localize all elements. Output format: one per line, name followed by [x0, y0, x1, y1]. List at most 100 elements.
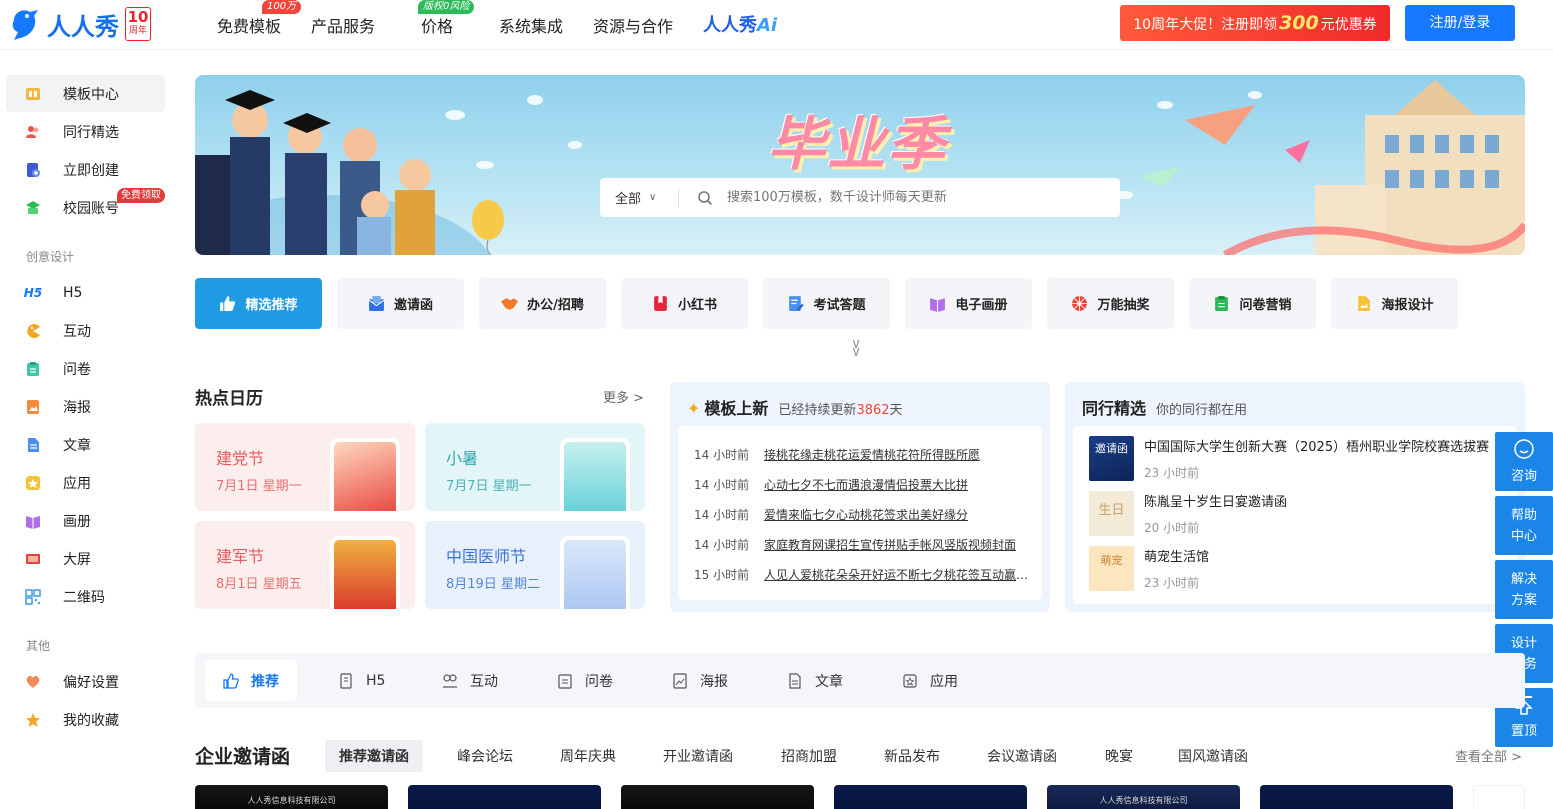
row-link[interactable]: 人见人爱桃花朵朵开好运不断七夕桃花签互动赢好礼 [764, 566, 1029, 583]
row-link[interactable]: 心动七夕不七而遇浪漫情侣投票大比拼 [764, 476, 1029, 493]
sidebar-item-article[interactable]: 文章 [6, 426, 165, 463]
sidebar-item-preferences[interactable]: 偏好设置 [6, 663, 165, 700]
list-item[interactable]: 14 小时前 心动七夕不七而遇浪漫情侣投票大比拼 [694, 476, 1029, 493]
tab-interact[interactable]: 互动 [442, 660, 498, 701]
enterprise-tab-banquet[interactable]: 晚宴 [1105, 746, 1133, 766]
category-xiaohongshu[interactable]: 小红书 [621, 278, 748, 329]
bird-logo-icon [12, 10, 38, 40]
enterprise-tab-summit[interactable]: 峰会论坛 [457, 746, 513, 766]
calendar-card[interactable]: 中国医师节 8月19日 星期二 [425, 521, 645, 609]
nav-products[interactable]: 产品服务 [311, 13, 375, 37]
tab-app[interactable]: 应用 [902, 660, 958, 701]
sidebar-label: 同行精选 [63, 124, 119, 141]
article-icon [789, 672, 801, 689]
tab-article[interactable]: 文章 [787, 660, 843, 701]
tab-poster[interactable]: 海报 [672, 660, 728, 701]
float-solutions-button[interactable]: 解决方案 [1495, 560, 1553, 619]
template-thumbnail[interactable] [1473, 785, 1525, 809]
category-office[interactable]: 办公/招聘 [479, 278, 606, 329]
peers-panel: 同行精选 你的同行都在用 邀请函 中国国际大学生创新大赛（2025）梧州职业学院… [1065, 382, 1525, 612]
template-thumbnail[interactable] [834, 785, 1027, 809]
screen-icon [24, 550, 42, 568]
top-navbar: 人人秀 10 周年 免费模板 100万 产品服务 价格 版权0风险 系统集成 资… [0, 0, 1553, 50]
category-survey-marketing[interactable]: 问卷营销 [1189, 278, 1316, 329]
sidebar-item-template-center[interactable]: 模板中心 [6, 75, 165, 112]
new-templates-list: 14 小时前 接桃花缘走桃花运爱情桃花符所得既所愿 14 小时前 心动七夕不七而遇浪… [678, 426, 1042, 600]
template-thumbnail[interactable]: 人人秀信息科技有限公司 [1047, 785, 1240, 809]
enterprise-tab-product-launch[interactable]: 新品发布 [884, 746, 940, 766]
peer-thumbnail: 萌宠 [1089, 546, 1134, 591]
list-item[interactable]: 邀请函 中国国际大学生创新大赛（2025）梧州职业学院校赛选拔赛 23 小时前 [1089, 436, 1489, 481]
calendar-card[interactable]: 建军节 8月1日 星期五 [195, 521, 415, 609]
category-featured[interactable]: 精选推荐 [195, 278, 322, 329]
nav-resources[interactable]: 资源与合作 [593, 13, 673, 37]
sidebar-item-interact[interactable]: 互动 [6, 312, 165, 349]
template-thumbnail[interactable] [621, 785, 814, 809]
sidebar-item-peers[interactable]: 同行精选 [6, 113, 165, 150]
list-item[interactable]: 14 小时前 爱情来临七夕心动桃花签求出美好缘分 [694, 506, 1029, 523]
enterprise-tab-opening[interactable]: 开业邀请函 [663, 746, 733, 766]
sidebar-group-title: 创意设计 [26, 250, 75, 264]
nav-free-templates[interactable]: 免费模板 [217, 13, 281, 37]
type-tabs: 推荐 H5 互动 问卷 海报 文章 应用 [195, 653, 1525, 708]
logo[interactable]: 人人秀 10 周年 [8, 6, 151, 42]
category-label: 小红书 [677, 298, 717, 313]
promo-coupon-button[interactable]: 10周年大促！注册即领 300 元优惠券 [1120, 5, 1390, 41]
sidebar-item-qrcode[interactable]: 二维码 [6, 578, 165, 615]
search-input[interactable] [727, 190, 1087, 205]
template-thumbnail[interactable]: 人人秀信息科技有限公司 [195, 785, 388, 809]
sub-days: 3862 [856, 403, 890, 418]
tab-recommend[interactable]: 推荐 [205, 660, 297, 701]
list-item[interactable]: 15 小时前 人见人爱桃花朵朵开好运不断七夕桃花签互动赢好礼 [694, 566, 1029, 583]
sidebar-item-app[interactable]: 应用 [6, 464, 165, 501]
smile-icon [1514, 439, 1534, 459]
category-lottery[interactable]: 万能抽奖 [1047, 278, 1174, 329]
list-item[interactable]: 萌宠 萌宠生活馆 23 小时前 [1089, 546, 1209, 591]
sidebar-item-create[interactable]: 立即创建 [6, 151, 165, 188]
badge-number: 10 [127, 8, 149, 26]
enterprise-tab-recommended[interactable]: 推荐邀请函 [325, 740, 423, 772]
nav-price[interactable]: 价格 [421, 13, 453, 37]
category-invitation[interactable]: 邀请函 [337, 278, 464, 329]
search-icon[interactable] [697, 190, 713, 206]
enterprise-view-all-link[interactable]: 查看全部 > [1455, 746, 1522, 765]
sidebar-item-h5[interactable]: H5 H5 [6, 274, 165, 311]
sidebar-item-album[interactable]: 画册 [6, 502, 165, 539]
category-exam[interactable]: 考试答题 [763, 278, 890, 329]
template-thumbnail[interactable] [1260, 785, 1453, 809]
row-link[interactable]: 爱情来临七夕心动桃花签求出美好缘分 [764, 506, 1029, 523]
search-scope-select[interactable]: 全部 ∨ [600, 188, 678, 207]
calendar-card[interactable]: 建党节 7月1日 星期一 [195, 423, 415, 511]
category-label: 考试答题 [813, 298, 866, 313]
poster-icon [673, 672, 687, 689]
nav-system-integration[interactable]: 系统集成 [499, 13, 563, 37]
sidebar-item-survey[interactable]: 问卷 [6, 350, 165, 387]
expand-chevron-icon[interactable]: ∨ ∨ [851, 337, 861, 359]
tab-h5[interactable]: H5 [338, 660, 385, 701]
float-help-button[interactable]: 帮助中心 [1495, 496, 1553, 555]
sidebar-item-poster[interactable]: 海报 [6, 388, 165, 425]
enterprise-tab-franchise[interactable]: 招商加盟 [781, 746, 837, 766]
graduation-banner[interactable]: 毕业季 全部 ∨ [195, 75, 1525, 255]
list-item[interactable]: 14 小时前 接桃花缘走桃花运爱情桃花符所得既所愿 [694, 446, 1029, 463]
nav-ai-link[interactable]: 人人秀Ai [703, 11, 777, 37]
tab-survey[interactable]: 问卷 [557, 660, 613, 701]
category-poster-design[interactable]: 海报设计 [1331, 278, 1458, 329]
calendar-card[interactable]: 小暑 7月7日 星期一 [425, 423, 645, 511]
login-button[interactable]: 注册/登录 [1405, 5, 1515, 41]
enterprise-tab-meeting[interactable]: 会议邀请函 [987, 746, 1057, 766]
row-link[interactable]: 接桃花缘走桃花运爱情桃花符所得既所愿 [764, 446, 1029, 463]
hot-calendar-more-link[interactable]: 更多 > [603, 387, 644, 406]
list-item[interactable]: 生日 陈胤呈十岁生日宴邀请函 20 小时前 [1089, 491, 1287, 536]
enterprise-tab-guofeng[interactable]: 国风邀请函 [1178, 746, 1248, 766]
template-thumbnail[interactable] [408, 785, 601, 809]
category-ebook[interactable]: 电子画册 [905, 278, 1032, 329]
row-link[interactable]: 家庭教育网课招生宣传拼贴手帐风竖版视频封面 [764, 536, 1029, 553]
sidebar-item-big-screen[interactable]: 大屏 [6, 540, 165, 577]
list-item[interactable]: 14 小时前 家庭教育网课招生宣传拼贴手帐风竖版视频封面 [694, 536, 1029, 553]
sidebar-label: 文章 [63, 437, 91, 454]
float-consult-button[interactable]: 咨询 [1495, 432, 1553, 491]
sidebar-item-favorites[interactable]: 我的收藏 [6, 701, 165, 738]
sub-suffix: 天 [889, 403, 903, 418]
enterprise-tab-anniversary[interactable]: 周年庆典 [560, 746, 616, 766]
